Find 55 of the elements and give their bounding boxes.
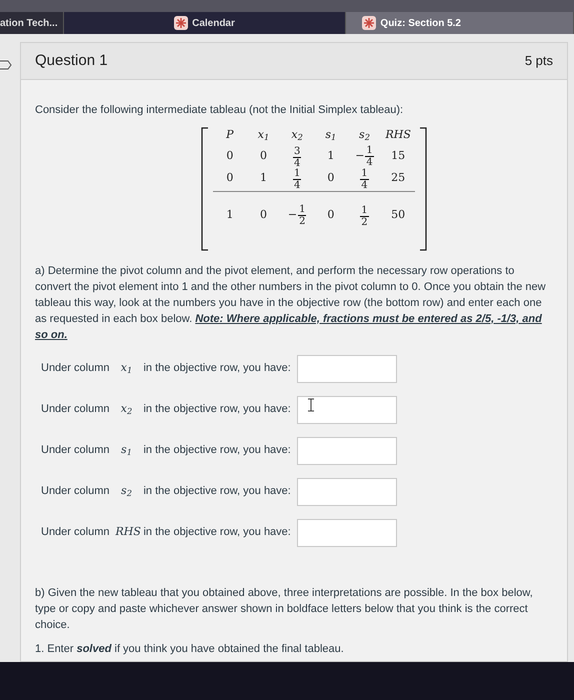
matrix-fraction: 3 4 bbox=[292, 146, 302, 169]
matrix-entry: 1 bbox=[327, 148, 334, 162]
answer-prefix: Under column bbox=[41, 361, 110, 376]
option-text: 1. Enter solved if you think you have obtained the final tableau. bbox=[35, 642, 345, 656]
left-bracket-icon bbox=[201, 126, 209, 250]
right-bracket-icon bbox=[419, 126, 427, 250]
column-header: RHS bbox=[384, 126, 412, 142]
question-intro: Consider the following intermediate tableau (not the Initial Simplex tableau): bbox=[35, 103, 404, 118]
answer-suffix: in the objective row, you have: bbox=[143, 484, 291, 500]
matrix-entry: 0 bbox=[226, 148, 234, 162]
matrix-fraction: 1 4 bbox=[360, 168, 369, 191]
answer-field[interactable] bbox=[296, 478, 397, 506]
variable-label: x$_{2}$ bbox=[120, 401, 134, 418]
answer-field[interactable] bbox=[296, 396, 397, 424]
variable-label: x$_{1}$ bbox=[120, 360, 134, 377]
column-header: x$_{1}$ bbox=[256, 126, 270, 143]
text-cursor-icon bbox=[306, 398, 315, 412]
matrix-entry: 0 bbox=[260, 148, 267, 162]
answer-suffix: in the objective row, you have: bbox=[143, 361, 291, 376]
matrix-entry: 15 bbox=[391, 148, 406, 162]
answer-suffix: in the objective row, you have: bbox=[143, 402, 291, 418]
answer-suffix: in the objective row, you have: bbox=[143, 525, 291, 540]
matrix-entry: 0 bbox=[226, 170, 234, 184]
matrix-fraction: 1 4 bbox=[292, 168, 302, 191]
answer-field[interactable] bbox=[296, 436, 397, 464]
matrix-entry: 0 bbox=[260, 208, 267, 221]
question-title: Question 1 bbox=[35, 50, 108, 71]
part-b-instructions: b) Given the new tableau that you obtained above, three interpretations are possible. In the box below, type or copy and paste whichever answer shown in boldface letters below that you think is the correct choice. bbox=[35, 586, 534, 632]
browser-tab[interactable]: ation Tech... bbox=[0, 12, 64, 34]
answer-prefix: Under column bbox=[41, 525, 110, 540]
answer-field[interactable] bbox=[296, 518, 397, 546]
answer-prefix: Under column bbox=[41, 402, 110, 418]
matrix-entry: 1 bbox=[260, 170, 267, 184]
answer-prefix: Under column bbox=[41, 443, 110, 458]
column-header: s$_{1}$ bbox=[324, 126, 338, 143]
app-icon bbox=[174, 16, 188, 30]
answer-field[interactable] bbox=[296, 354, 397, 382]
part-a-instructions: a) Determine the pivot column and the pivot element, and perform the necessary row operations to convert the pivot element into 1 and the other numbers in the pivot column to 0. Once you obtain the new tableau this way, look at the numbers you have in the objective row (the bottom row) and enter each one as requested in each box below. Note: Where applicable, fractions must be entered as 2/5, -1/3, and so on. bbox=[35, 264, 547, 342]
browser-tab[interactable]: Calendar bbox=[64, 12, 346, 34]
matrix-entry: 0 bbox=[327, 170, 334, 184]
matrix-entry: 1 bbox=[226, 208, 234, 221]
matrix-entry: 25 bbox=[391, 170, 406, 184]
column-header: s$_{2}$ bbox=[358, 126, 371, 143]
flag-icon[interactable] bbox=[0, 60, 12, 70]
variable-label: s$_{2}$ bbox=[120, 483, 133, 500]
matrix-fraction: 1 2 bbox=[360, 205, 369, 228]
answer-prefix: Under column bbox=[41, 484, 110, 500]
column-header: P bbox=[225, 126, 235, 142]
points-label: 5 pts bbox=[524, 52, 553, 70]
app-icon bbox=[362, 16, 376, 30]
answer-suffix: in the objective row, you have: bbox=[143, 443, 291, 458]
column-header: x$_{2}$ bbox=[290, 126, 304, 143]
matrix-entry: 50 bbox=[391, 208, 406, 221]
matrix-entry: 0 bbox=[327, 208, 334, 221]
variable-label: s$_{1}$ bbox=[120, 442, 133, 459]
